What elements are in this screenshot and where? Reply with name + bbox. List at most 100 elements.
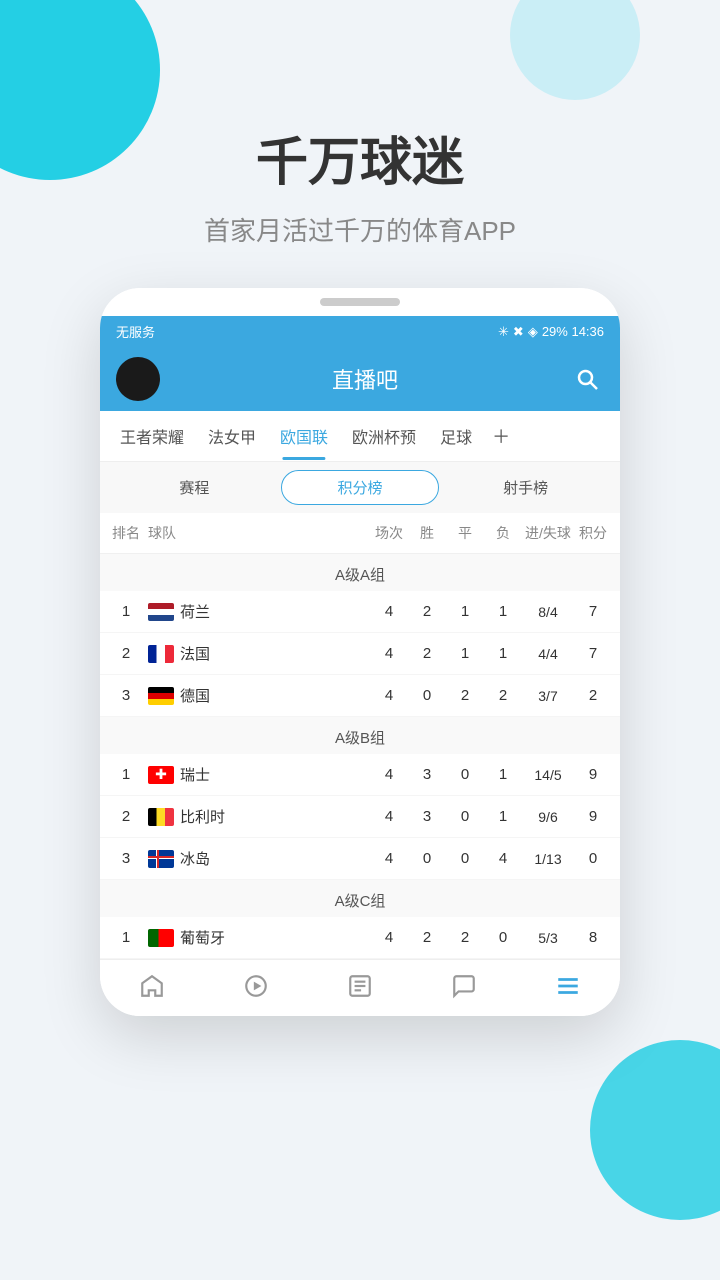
sub-tab-standings[interactable]: 积分榜	[281, 470, 440, 505]
table-row[interactable]: 2 比利时 4 3 0 1 9/6 9	[100, 796, 620, 838]
points: 0	[574, 850, 612, 867]
table-row[interactable]: 3 德国 4 0 2 2 3/7 2	[100, 675, 620, 717]
lose: 1	[484, 766, 522, 783]
header-draw: 平	[446, 523, 484, 543]
tab-euro-qual[interactable]: 欧洲杯预	[340, 412, 428, 460]
nav-home[interactable]	[138, 972, 166, 1000]
hero-subtitle: 首家月活过千万的体育APP	[0, 211, 720, 248]
table-row[interactable]: 1 ✚ 瑞士 4 3 0 1 14/5 9	[100, 754, 620, 796]
draw: 0	[446, 850, 484, 867]
play-icon	[242, 972, 270, 1000]
team-cell: 荷兰	[144, 601, 370, 622]
sub-tab-schedule[interactable]: 赛程	[116, 471, 273, 504]
matches: 4	[370, 929, 408, 946]
team-cell: 比利时	[144, 806, 370, 827]
goals: 1/13	[522, 851, 574, 867]
battery-level: 29% 14:36	[542, 324, 604, 339]
group-a-header: A级A组	[100, 554, 620, 591]
nav-news[interactable]	[346, 972, 374, 1000]
win: 3	[408, 808, 446, 825]
rank: 2	[108, 645, 144, 662]
bg-decoration-circle-bottom	[590, 1040, 720, 1220]
lose: 1	[484, 603, 522, 620]
lose: 4	[484, 850, 522, 867]
team-cell: 冰岛	[144, 848, 370, 869]
table-header: 排名 球队 场次 胜 平 负 进/失球 积分	[100, 513, 620, 554]
tab-football[interactable]: 足球	[428, 412, 484, 460]
lose: 1	[484, 645, 522, 662]
chat-icon	[450, 972, 478, 1000]
team-cell: 德国	[144, 685, 370, 706]
rank: 2	[108, 808, 144, 825]
tab-more-icon[interactable]: ＋	[484, 411, 518, 461]
win: 2	[408, 645, 446, 662]
rank: 1	[108, 766, 144, 783]
nav-video[interactable]	[242, 972, 270, 1000]
tab-wangzhe[interactable]: 王者荣耀	[108, 412, 196, 460]
team-cell: ✚ 瑞士	[144, 764, 370, 785]
rank: 1	[108, 603, 144, 620]
draw: 0	[446, 808, 484, 825]
flag-de	[148, 687, 174, 705]
matches: 4	[370, 645, 408, 662]
team-name: 法国	[180, 643, 210, 664]
rank: 3	[108, 687, 144, 704]
wifi-icon: ◈	[528, 324, 538, 340]
lose: 1	[484, 808, 522, 825]
list-icon	[554, 972, 582, 1000]
rank: 1	[108, 929, 144, 946]
matches: 4	[370, 766, 408, 783]
tab-ligue2[interactable]: 法女甲	[196, 412, 268, 460]
goals: 3/7	[522, 688, 574, 704]
nav-tabs: 王者荣耀 法女甲 欧国联 欧洲杯预 足球 ＋	[100, 411, 620, 462]
team-name: 德国	[180, 685, 210, 706]
matches: 4	[370, 687, 408, 704]
news-icon	[346, 972, 374, 1000]
nav-list[interactable]	[554, 972, 582, 1000]
home-icon	[138, 972, 166, 1000]
table-row[interactable]: 2 法国 4 2 1 1 4/4 7	[100, 633, 620, 675]
hero-title: 千万球迷	[0, 120, 720, 195]
team-name: 比利时	[180, 806, 225, 827]
matches: 4	[370, 603, 408, 620]
team-cell: 法国	[144, 643, 370, 664]
win: 0	[408, 850, 446, 867]
points: 2	[574, 687, 612, 704]
flag-be	[148, 808, 174, 826]
draw: 2	[446, 929, 484, 946]
header-points: 积分	[574, 523, 612, 543]
status-carrier: 无服务	[116, 322, 155, 341]
tab-nations-league[interactable]: 欧国联	[268, 412, 340, 460]
bluetooth-icon: ✳	[498, 324, 509, 340]
table-row[interactable]: 1 葡萄牙 4 2 2 0 5/3 8	[100, 917, 620, 959]
flag-fr	[148, 645, 174, 663]
flag-nl	[148, 603, 174, 621]
app-logo[interactable]	[116, 357, 160, 401]
win: 2	[408, 603, 446, 620]
table-row[interactable]: 3 冰岛 4 0 0 4 1/13 0	[100, 838, 620, 880]
team-name: 瑞士	[180, 764, 210, 785]
goals: 14/5	[522, 767, 574, 783]
nav-chat[interactable]	[450, 972, 478, 1000]
header-goals: 进/失球	[522, 523, 574, 543]
team-name: 荷兰	[180, 601, 210, 622]
sub-tab-scorers[interactable]: 射手榜	[447, 471, 604, 504]
table-row[interactable]: 1 荷兰 4 2 1 1 8/4 7	[100, 591, 620, 633]
header-win: 胜	[408, 523, 446, 543]
rank: 3	[108, 850, 144, 867]
points: 8	[574, 929, 612, 946]
draw: 0	[446, 766, 484, 783]
search-button[interactable]	[570, 362, 604, 396]
goals: 8/4	[522, 604, 574, 620]
points: 9	[574, 766, 612, 783]
header-lose: 负	[484, 523, 522, 543]
goals: 9/6	[522, 809, 574, 825]
app-header: 直播吧	[100, 347, 620, 411]
flag-pt	[148, 929, 174, 947]
team-name: 葡萄牙	[180, 927, 225, 948]
flag-is	[148, 850, 174, 868]
phone-mockup: 无服务 ✳ ✖ ◈ 29% 14:36 直播吧 王者荣耀 法女甲 欧国联 欧洲杯…	[100, 288, 620, 1016]
hero-section: 千万球迷 首家月活过千万的体育APP	[0, 0, 720, 288]
lose: 0	[484, 929, 522, 946]
header-team: 球队	[144, 523, 370, 543]
